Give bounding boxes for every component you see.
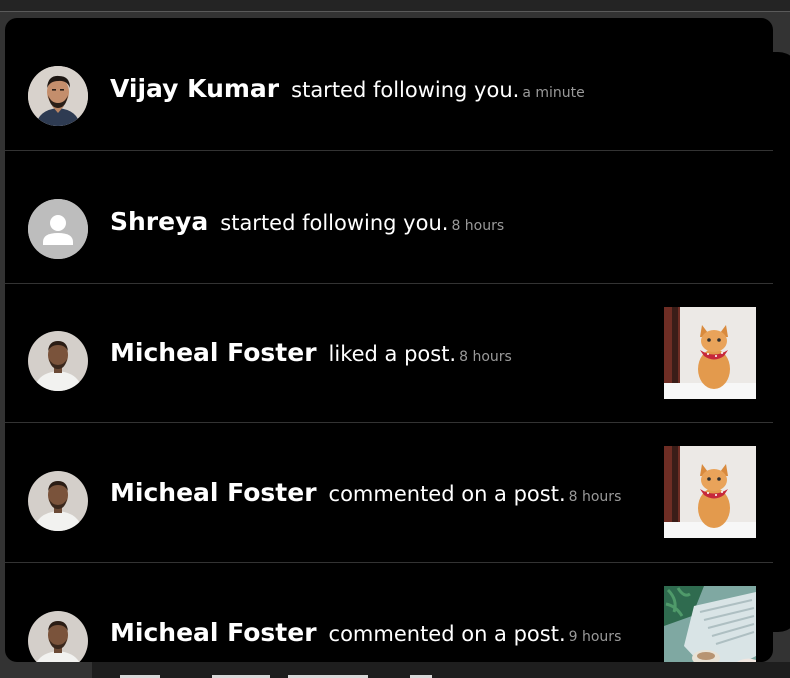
notification-time: 8 hours — [568, 489, 622, 505]
notification-item[interactable]: Micheal Foster commented on a post. 8 hour… — [5, 423, 773, 563]
notification-item[interactable]: Micheal Foster commented on a post. 9 hour… — [5, 563, 773, 662]
laptop-desk-plant-image[interactable] — [664, 586, 756, 662]
notification-action: started following you. — [291, 78, 520, 102]
notification-item[interactable]: Vijay Kumar started following you. a minut… — [5, 18, 773, 151]
notification-item[interactable]: Shreya started following you. 8 hours — [5, 151, 773, 284]
notification-action: commented on a post. — [328, 482, 566, 506]
notifications-panel: Vijay Kumar started following you. a minut… — [5, 18, 773, 662]
user-name[interactable]: Shreya — [110, 207, 208, 236]
photo-avatar-man-white-shirt-icon[interactable] — [28, 331, 88, 391]
notification-action: liked a post. — [328, 342, 457, 366]
notification-time: 8 hours — [451, 218, 505, 234]
user-name[interactable]: Vijay Kumar — [110, 74, 279, 103]
user-name[interactable]: Micheal Foster — [110, 338, 317, 367]
notification-text: Micheal Foster liked a post. 8 hours — [110, 338, 512, 367]
notification-text: Vijay Kumar started following you. a minut… — [110, 74, 585, 103]
notification-text: Micheal Foster commented on a post. 9 hour… — [110, 618, 621, 647]
default-user-avatar-icon[interactable] — [28, 199, 88, 259]
notification-item[interactable]: Micheal Foster liked a post. 8 hours — [5, 284, 773, 423]
notification-time: 9 hours — [568, 629, 622, 645]
notification-text: Shreya started following you. 8 hours — [110, 207, 504, 236]
photo-avatar-man-beard-icon[interactable] — [28, 66, 88, 126]
cat-with-red-bandana-image[interactable] — [664, 446, 756, 538]
notification-action: started following you. — [220, 211, 449, 235]
notification-text: Micheal Foster commented on a post. 8 hour… — [110, 478, 621, 507]
notification-action: commented on a post. — [328, 622, 566, 646]
notification-time: 8 hours — [459, 349, 512, 365]
cat-with-red-bandana-image[interactable] — [664, 307, 756, 399]
window-top-bar — [0, 0, 790, 12]
photo-avatar-man-white-shirt-icon[interactable] — [28, 471, 88, 531]
notification-time: a minute — [522, 85, 585, 101]
user-name[interactable]: Micheal Foster — [110, 478, 317, 507]
photo-avatar-man-white-shirt-icon[interactable] — [28, 611, 88, 662]
user-name[interactable]: Micheal Foster — [110, 618, 317, 647]
underlying-page-strip — [92, 662, 790, 678]
